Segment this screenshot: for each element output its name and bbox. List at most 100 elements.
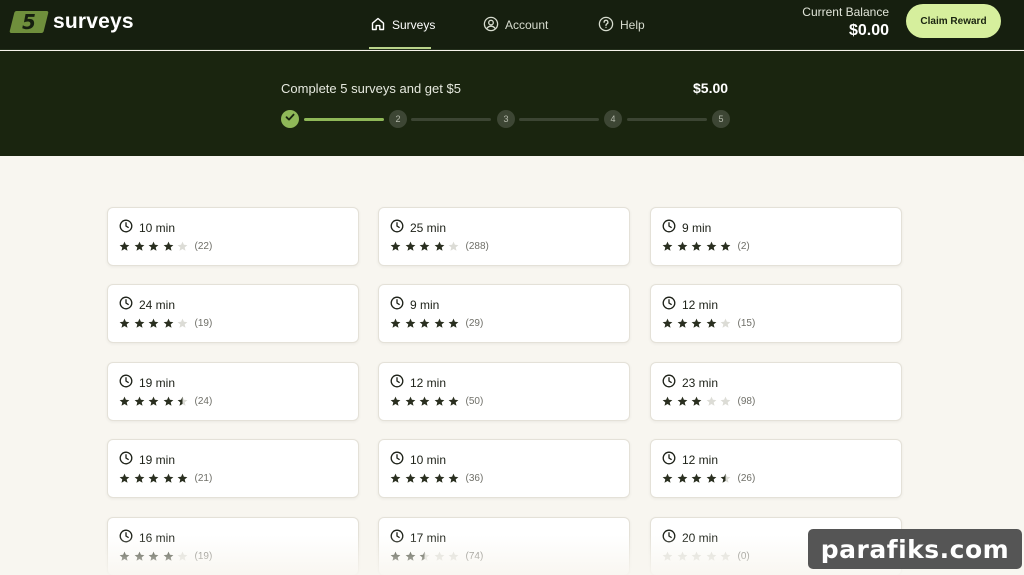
star-icon: [434, 241, 444, 251]
star-icon: [434, 396, 444, 406]
nav-surveys[interactable]: Surveys: [370, 0, 435, 50]
rating-count: (288): [465, 241, 489, 252]
clock-icon: [119, 219, 133, 236]
survey-rating: (24): [119, 396, 212, 407]
nav-account[interactable]: Account: [483, 0, 548, 50]
survey-duration-label: 10 min: [410, 452, 447, 467]
logo[interactable]: 5 surveys: [9, 10, 134, 34]
survey-card[interactable]: 19 min (21): [107, 439, 359, 498]
survey-card[interactable]: 12 min (50): [378, 362, 630, 421]
survey-card[interactable]: 17 min (74): [378, 517, 630, 575]
survey-card[interactable]: 12 min (26): [650, 439, 902, 498]
survey-rating: (29): [390, 318, 483, 329]
star-icon: [720, 473, 731, 483]
claim-reward-button[interactable]: Claim Reward: [906, 4, 1001, 38]
step-connector: [519, 118, 599, 121]
survey-duration: 16 min: [119, 529, 175, 546]
star-icon: [720, 551, 731, 561]
rating-count: (0): [737, 551, 750, 562]
star-icon: [677, 473, 687, 483]
star-icon: [419, 551, 430, 561]
star-icon: [419, 396, 430, 406]
survey-card[interactable]: 23 min (98): [650, 362, 902, 421]
star-icon: [177, 551, 188, 561]
survey-duration: 19 min: [119, 451, 175, 468]
survey-card[interactable]: 25 min (288): [378, 207, 630, 266]
clock-icon: [390, 219, 404, 236]
star-icon: [720, 396, 731, 406]
star-icon: [119, 318, 130, 328]
star-icon: [148, 473, 159, 483]
star-icon: [434, 318, 444, 328]
star-icon: [163, 473, 173, 483]
survey-rating: (98): [662, 396, 755, 407]
star-icon: [148, 551, 159, 561]
clock-icon: [390, 451, 404, 468]
nav-help[interactable]: Help: [598, 0, 645, 50]
rating-count: (21): [194, 473, 213, 484]
step-connector: [411, 118, 491, 121]
clock-icon: [390, 529, 404, 546]
star-icon: [405, 318, 415, 328]
step-1-complete: [281, 110, 299, 128]
survey-card[interactable]: 16 min (19): [107, 517, 359, 575]
survey-card[interactable]: 12 min (15): [650, 284, 902, 343]
survey-rating: (19): [119, 551, 212, 562]
rating-count: (36): [465, 473, 484, 484]
star-icon: [720, 241, 731, 251]
survey-rating: (26): [662, 473, 755, 484]
survey-card[interactable]: 19 min (24): [107, 362, 359, 421]
star-icon: [163, 551, 173, 561]
balance-value: $0.00: [848, 22, 889, 39]
rating-count: (24): [194, 396, 213, 407]
rating-count: (15): [737, 318, 756, 329]
survey-rating: (2): [662, 241, 750, 252]
star-icon: [662, 318, 673, 328]
step-2: 2: [389, 110, 407, 128]
survey-rating: (19): [119, 318, 212, 329]
star-icon: [134, 551, 144, 561]
rating-count: (19): [194, 318, 213, 329]
balance-label: Current Balance: [802, 5, 889, 19]
clock-icon: [119, 529, 133, 546]
star-icon: [148, 318, 159, 328]
star-icon: [448, 396, 459, 406]
survey-duration: 9 min: [662, 219, 711, 236]
star-icon: [163, 241, 173, 251]
survey-card[interactable]: 10 min (22): [107, 207, 359, 266]
survey-duration: 10 min: [119, 219, 175, 236]
survey-duration-label: 24 min: [139, 297, 176, 312]
survey-duration-label: 20 min: [682, 530, 719, 545]
clock-icon: [662, 219, 676, 236]
survey-duration: 24 min: [119, 296, 175, 313]
star-icon: [163, 318, 173, 328]
star-icon: [706, 318, 716, 328]
star-icon: [405, 241, 415, 251]
survey-rating: (50): [390, 396, 483, 407]
rating-count: (19): [194, 551, 213, 562]
survey-duration: 12 min: [662, 296, 718, 313]
star-icon: [662, 396, 673, 406]
clock-icon: [390, 374, 404, 391]
star-icon: [163, 396, 173, 406]
star-icon: [177, 396, 188, 406]
survey-card[interactable]: 10 min (36): [378, 439, 630, 498]
survey-card[interactable]: 9 min (29): [378, 284, 630, 343]
star-icon: [691, 551, 702, 561]
survey-rating: (22): [119, 241, 212, 252]
survey-duration: 9 min: [390, 296, 439, 313]
star-icon: [419, 318, 430, 328]
star-icon: [691, 396, 702, 406]
clock-icon: [119, 374, 133, 391]
star-icon: [390, 241, 401, 251]
star-icon: [405, 396, 415, 406]
nav-help-label: Help: [620, 18, 645, 32]
survey-duration: 23 min: [662, 374, 718, 391]
nav-surveys-label: Surveys: [392, 18, 436, 32]
progress-amount: $5.00: [693, 80, 729, 96]
rating-count: (22): [194, 241, 213, 252]
survey-card[interactable]: 24 min (19): [107, 284, 359, 343]
survey-duration-label: 17 min: [410, 530, 447, 545]
survey-duration: 25 min: [390, 219, 446, 236]
survey-card[interactable]: 9 min (2): [650, 207, 902, 266]
